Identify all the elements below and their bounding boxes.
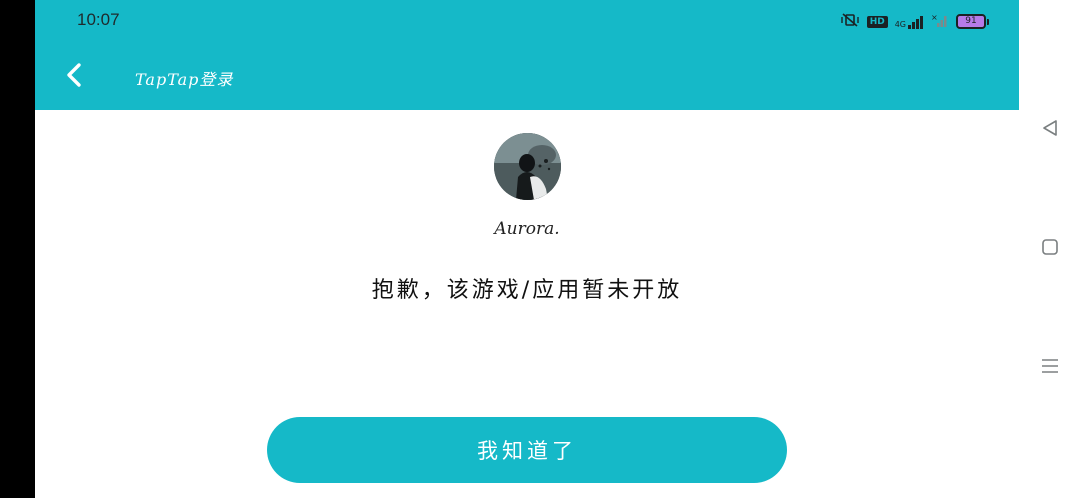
network-label: 4G [894, 19, 906, 29]
square-home-icon [1041, 238, 1059, 260]
page-title: TapTap登录 [135, 70, 234, 89]
svg-text:×: × [931, 13, 938, 22]
app-window: 10:07 HD 4G × 91 TapTap登录 Aurora. 抱歉，该游戏… [35, 0, 1019, 498]
avatar [494, 133, 561, 200]
hd-badge: HD [866, 15, 888, 28]
chevron-left-icon [65, 62, 83, 92]
battery-icon: 91 [956, 14, 989, 29]
header-bar: 10:07 HD 4G × 91 TapTap登录 [35, 0, 1019, 110]
battery-tip [987, 18, 989, 25]
nav-menu-button[interactable] [1019, 354, 1080, 382]
system-nav-bar [1019, 0, 1080, 498]
confirm-button[interactable]: 我知道了 [267, 417, 787, 483]
status-time: 10:07 [77, 10, 120, 29]
back-button[interactable] [59, 60, 89, 94]
vibrate-mute-icon [840, 13, 860, 30]
triangle-back-icon [1041, 119, 1059, 141]
username: Aurora. [494, 219, 560, 239]
menu-lines-icon [1041, 357, 1059, 379]
signal-4g-icon: 4G [895, 15, 924, 29]
signal-nosim-icon: × [931, 13, 949, 30]
battery-level: 91 [956, 14, 986, 29]
avatar-image [494, 133, 561, 200]
status-icons: HD 4G × 91 [840, 13, 989, 30]
nav-home-button[interactable] [1019, 235, 1080, 263]
nav-back-button[interactable] [1019, 116, 1080, 144]
unavailable-message: 抱歉，该游戏/应用暂未开放 [371, 278, 683, 303]
left-screen-edge [0, 0, 35, 498]
